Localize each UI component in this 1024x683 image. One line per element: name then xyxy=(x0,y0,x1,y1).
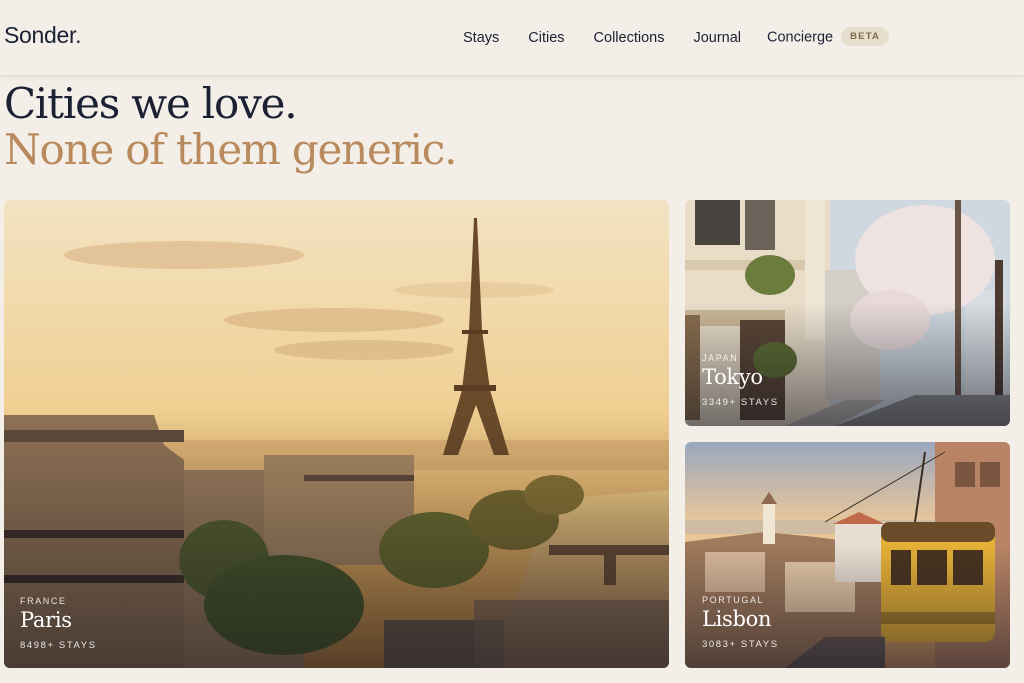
nav-concierge[interactable]: Concierge BETA xyxy=(767,27,890,47)
nav-stays[interactable]: Stays xyxy=(463,30,499,46)
city-name: Paris xyxy=(20,608,72,632)
nav-concierge-label: Concierge xyxy=(767,29,834,46)
main-nav: Stays Cities Collections Journal Concier… xyxy=(463,27,890,47)
page-title-line-1: Cities we love. xyxy=(4,79,298,128)
site-header: Sonder. Stays Cities Collections Journal… xyxy=(0,0,1024,76)
city-card-paris[interactable]: FRANCE Paris 8498+ STAYS xyxy=(4,200,669,668)
city-country: JAPAN xyxy=(702,353,739,363)
page-title-line-2: None of them generic. xyxy=(4,125,457,174)
logo[interactable]: Sonder. xyxy=(4,22,81,49)
beta-badge: BETA xyxy=(841,27,890,46)
city-name: Tokyo xyxy=(702,365,763,389)
nav-cities[interactable]: Cities xyxy=(528,30,564,46)
city-name: Lisbon xyxy=(702,607,772,631)
city-country: PORTUGAL xyxy=(702,595,765,605)
city-card-tokyo[interactable]: JAPAN Tokyo 3349+ STAYS xyxy=(685,200,1010,426)
city-stays-count: 3083+ STAYS xyxy=(702,639,779,650)
nav-journal[interactable]: Journal xyxy=(693,30,741,46)
city-country: FRANCE xyxy=(20,596,67,606)
city-stays-count: 8498+ STAYS xyxy=(20,640,97,651)
nav-collections[interactable]: Collections xyxy=(594,30,665,46)
city-stays-count: 3349+ STAYS xyxy=(702,397,779,408)
city-card-lisbon[interactable]: PORTUGAL Lisbon 3083+ STAYS xyxy=(685,442,1010,668)
card-gradient xyxy=(4,410,669,668)
